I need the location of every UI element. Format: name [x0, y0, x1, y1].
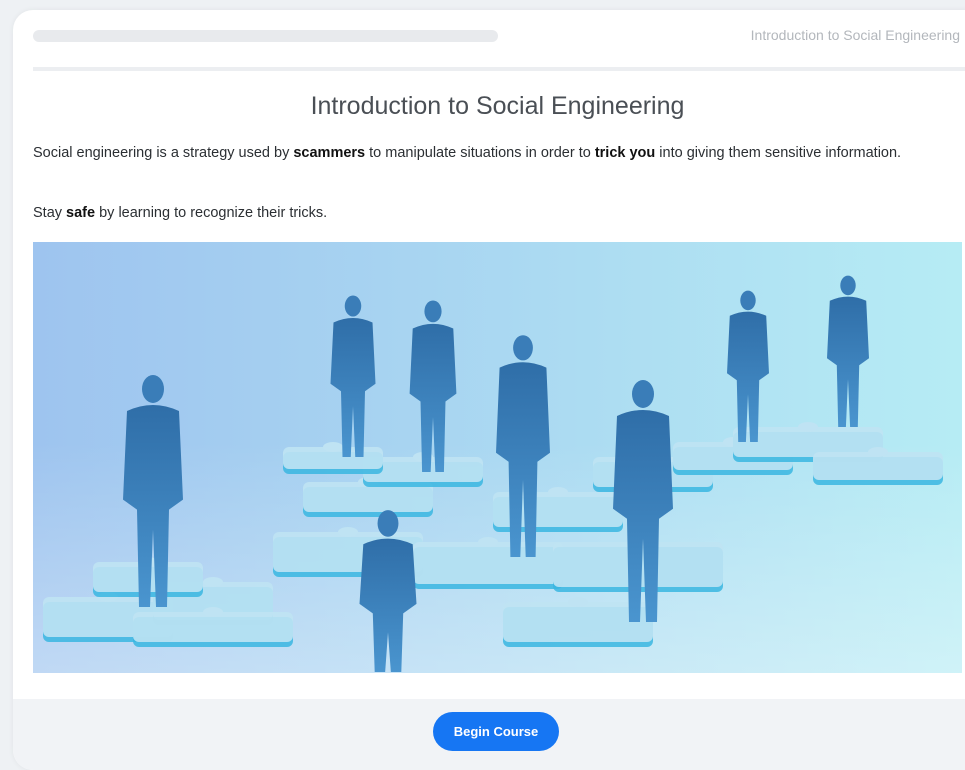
puzzle-knob: [203, 607, 223, 617]
puzzle-piece: [413, 542, 563, 584]
person-head: [424, 300, 442, 323]
intro-bold-trick-you: trick you: [594, 145, 656, 161]
page-title: Introduction to Social Engineering: [310, 92, 685, 120]
person-head: [840, 275, 856, 296]
footer-bar: Begin Course: [13, 699, 965, 770]
puzzle-knob: [203, 577, 223, 587]
puzzle-knob: [868, 447, 888, 457]
intro-text-3: into giving them sensitive information.: [655, 145, 902, 161]
begin-course-button[interactable]: Begin Course: [433, 712, 559, 751]
hero-illustration: [33, 242, 962, 673]
person-head: [377, 510, 399, 537]
header-divider: [33, 67, 965, 71]
course-card: Introduction to Social Engineering Intro…: [13, 10, 965, 770]
puzzle-knob: [338, 527, 358, 537]
safety-paragraph: Stay safe by learning to recognize their…: [33, 203, 933, 224]
safety-bold-safe: safe: [66, 205, 96, 221]
person-head: [142, 375, 164, 403]
puzzle-knob: [548, 487, 568, 497]
puzzle-knob: [323, 442, 343, 452]
progress-bar: [33, 30, 498, 42]
intro-text-1: Social engineering is a strategy used by: [33, 145, 294, 161]
intro-text-2: to manipulate situations in order to: [365, 145, 595, 161]
person-head: [344, 295, 362, 317]
hero-image: [33, 242, 962, 673]
puzzle-knob: [478, 537, 498, 547]
safety-text-2: by learning to recognize their tricks.: [95, 205, 328, 221]
person-head: [632, 380, 654, 408]
safety-text-1: Stay: [33, 205, 67, 221]
person-head: [740, 290, 756, 311]
person-head: [513, 335, 533, 361]
intro-paragraph: Social engineering is a strategy used by…: [33, 143, 933, 164]
puzzle-knob: [798, 422, 818, 432]
header-course-title: Introduction to Social Engineering: [750, 27, 960, 43]
puzzle-knob: [568, 597, 588, 607]
intro-bold-scammers: scammers: [293, 145, 366, 161]
